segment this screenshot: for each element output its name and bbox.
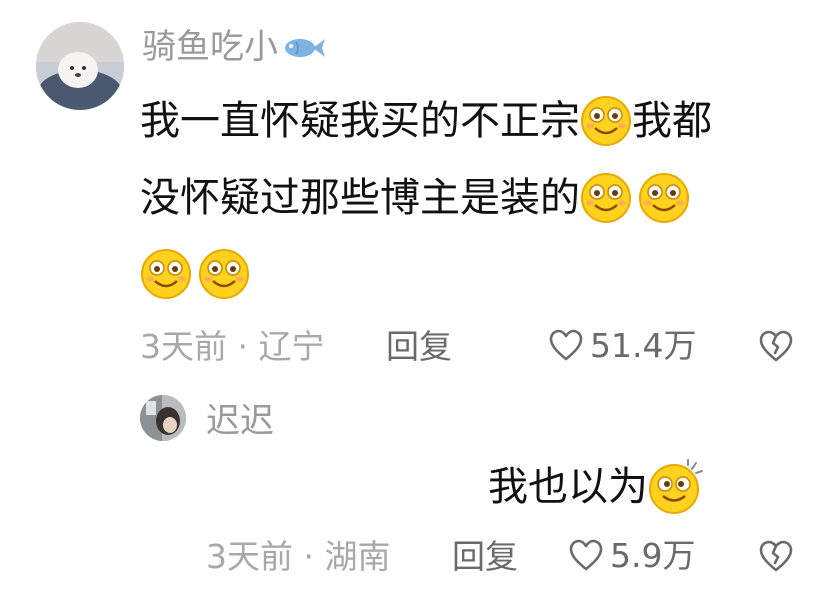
smile-emoji-icon	[580, 95, 632, 147]
reply-button[interactable]: 回复	[386, 330, 452, 363]
comment-line-2: 没怀疑过那些博主是装的	[140, 172, 690, 224]
heart-outline-icon	[568, 538, 604, 572]
smile-emoji-icon	[580, 172, 632, 224]
like-count: 51.4万	[590, 325, 697, 365]
like-button[interactable]: 51.4万	[548, 328, 696, 362]
heart-outline-icon	[548, 328, 584, 362]
reply-text: 我也以为	[488, 464, 648, 510]
reply-button[interactable]: 回复	[452, 540, 518, 573]
avatar[interactable]	[140, 395, 186, 441]
comment-line-1: 我一直怀疑我买的不正宗 我都	[140, 95, 712, 147]
dizzy-smile-emoji-icon	[648, 459, 704, 515]
comment-text-tail: 我都	[632, 98, 712, 144]
reply-username[interactable]: 迟迟	[206, 404, 274, 438]
dislike-button[interactable]	[757, 328, 795, 364]
like-button[interactable]: 5.9万	[568, 538, 695, 572]
broken-heart-icon	[757, 540, 795, 578]
broken-heart-icon	[757, 330, 795, 368]
username[interactable]: 骑鱼吃小	[142, 30, 278, 64]
reply-line: 我也以为	[488, 459, 704, 515]
comment-author[interactable]: 骑鱼吃小	[142, 30, 326, 64]
smile-emoji-icon	[198, 248, 250, 300]
comment-time-location: 3天前 · 辽宁	[140, 327, 325, 366]
comment-line-3	[140, 248, 250, 300]
comment-text: 没怀疑过那些博主是装的	[140, 175, 580, 221]
fish-icon	[282, 34, 326, 60]
smile-emoji-icon	[638, 172, 690, 224]
avatar[interactable]	[36, 22, 124, 110]
like-count: 5.9万	[610, 535, 696, 575]
comment-text: 我一直怀疑我买的不正宗	[140, 98, 580, 144]
dislike-button[interactable]	[757, 538, 795, 574]
smile-emoji-icon	[140, 248, 192, 300]
reply-time-location: 3天前 · 湖南	[206, 537, 391, 576]
